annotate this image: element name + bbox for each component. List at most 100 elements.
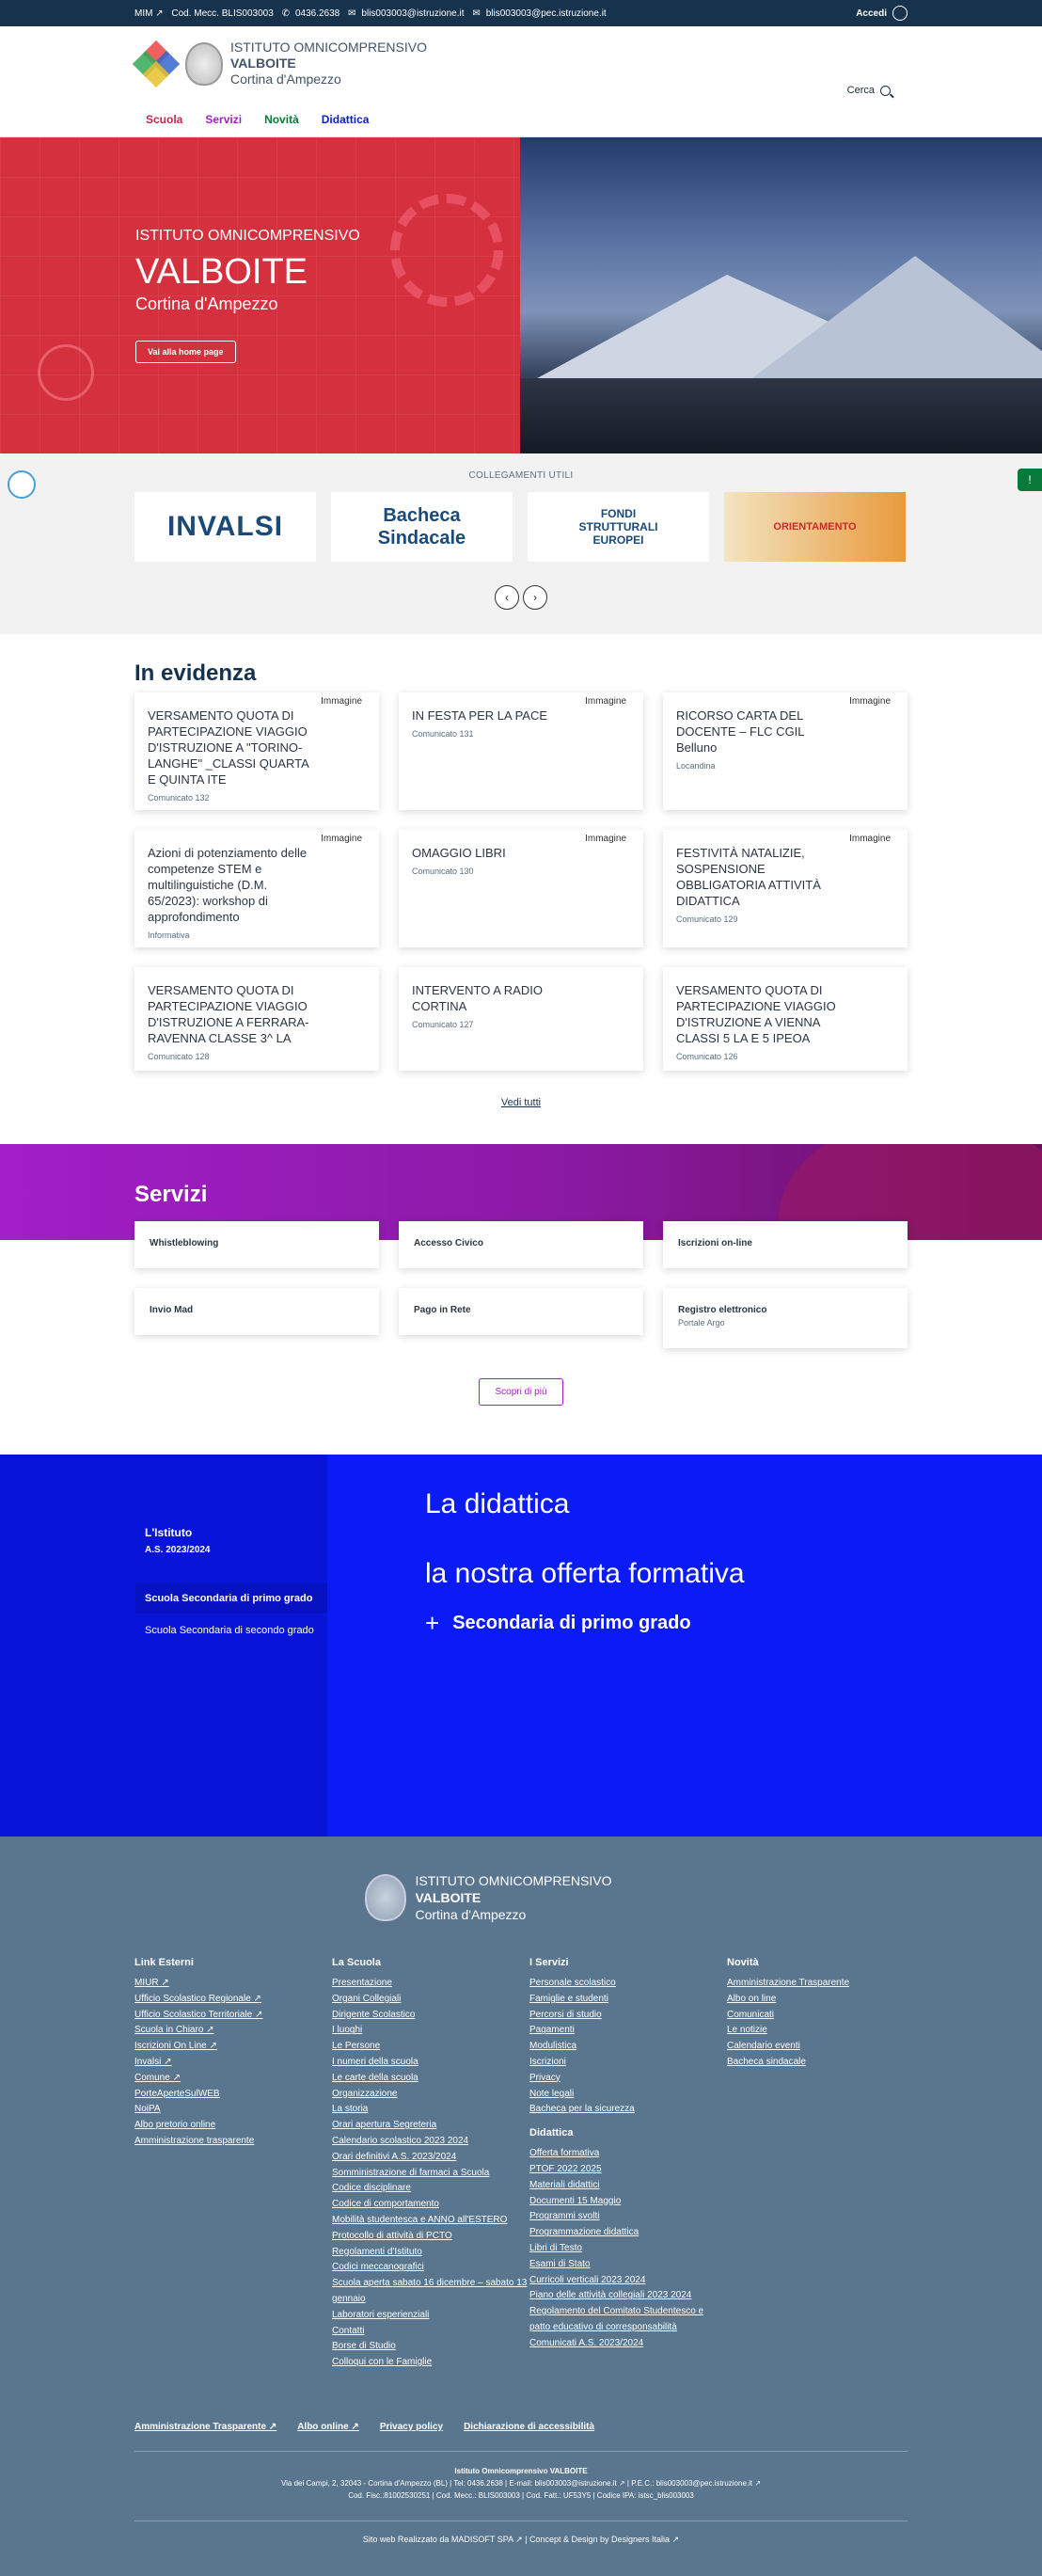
- card-title[interactable]: FESTIVITÀ NATALIZIE, SOSPENSIONE OBBLIGA…: [676, 845, 844, 909]
- footer-link[interactable]: Comune ↗: [134, 2071, 332, 2087]
- footer-link[interactable]: La storia: [332, 2102, 529, 2118]
- footer-link[interactable]: Presentazione: [332, 1976, 529, 1992]
- footer-link[interactable]: Albo on line: [727, 1992, 924, 2008]
- footer-link[interactable]: Curricoli verticali 2023 2024: [529, 2273, 727, 2289]
- footer-link[interactable]: Dichiarazione di accessibilità: [464, 2422, 594, 2432]
- footer-link[interactable]: Privacy policy: [380, 2422, 443, 2432]
- news-card[interactable]: Immagine FESTIVITÀ NATALIZIE, SOSPENSIONE…: [663, 830, 908, 947]
- footer-link[interactable]: Le Persone: [332, 2039, 529, 2055]
- footer-link[interactable]: Calendario scolastico 2023 2024: [332, 2134, 529, 2150]
- footer-link[interactable]: Documenti 15 Maggio: [529, 2194, 727, 2210]
- service-card[interactable]: Iscrizioni on-line: [663, 1221, 908, 1268]
- footer-link[interactable]: Libri di Testo: [529, 2241, 727, 2257]
- footer-link[interactable]: Personale scolastico: [529, 1976, 727, 1992]
- tab-secondaria-primo[interactable]: Scuola Secondaria di primo grado: [135, 1583, 327, 1614]
- footer-link[interactable]: Albo online ↗: [297, 2422, 359, 2432]
- service-card[interactable]: Invio Mad: [134, 1288, 379, 1335]
- footer-link[interactable]: MIUR ↗: [134, 1976, 332, 1992]
- footer-link[interactable]: I numeri della scuola: [332, 2055, 529, 2071]
- home-page-button[interactable]: Vai alla home page: [135, 341, 236, 363]
- footer-link[interactable]: Scuola in Chiaro ↗: [134, 2023, 332, 2039]
- next-arrow-icon[interactable]: ›: [523, 585, 547, 610]
- tab-secondaria-secondo[interactable]: Scuola Secondaria di secondo grado: [135, 1614, 327, 1648]
- card-title[interactable]: INTERVENTO A RADIO CORTINA: [412, 982, 579, 1014]
- view-all-link[interactable]: Vedi tutti: [134, 1097, 908, 1108]
- footer-link[interactable]: Regolamenti d'Istituto: [332, 2245, 529, 2261]
- footer-link[interactable]: Le carte della scuola: [332, 2071, 529, 2087]
- footer-link[interactable]: Scuola aperta sabato 16 dicembre – sabat…: [332, 2276, 529, 2308]
- footer-link[interactable]: Orari definitivi A.S. 2023/2024: [332, 2150, 529, 2166]
- brand-logo-link[interactable]: ISTITUTO OMNICOMPRENSIVO VALBOITE Cortin…: [132, 40, 427, 87]
- discover-more-button[interactable]: Scopri di più: [479, 1378, 563, 1406]
- footer-link[interactable]: Famiglie e studenti: [529, 1992, 727, 2008]
- card-title[interactable]: VERSAMENTO QUOTA DI PARTECIPAZIONE VIAGG…: [148, 982, 315, 1046]
- login-button[interactable]: Accedi: [856, 6, 908, 21]
- footer-link[interactable]: Codici meccanografici: [332, 2260, 529, 2276]
- footer-link[interactable]: Modulistica: [529, 2039, 727, 2055]
- footer-link[interactable]: Le notizie: [727, 2023, 924, 2039]
- footer-link[interactable]: Comunicati: [727, 2008, 924, 2024]
- nav-didattica[interactable]: Didattica: [322, 113, 370, 126]
- footer-link[interactable]: Iscrizioni: [529, 2055, 727, 2071]
- service-card[interactable]: Whistleblowing: [134, 1221, 379, 1268]
- footer-link[interactable]: Ufficio Scolastico Territoriale ↗: [134, 2008, 332, 2024]
- pec-email[interactable]: blis003003@pec.istruzione.it: [486, 8, 607, 19]
- footer-link[interactable]: Orari apertura Segreteria: [332, 2118, 529, 2134]
- card-title[interactable]: VERSAMENTO QUOTA DI PARTECIPAZIONE VIAGG…: [148, 708, 315, 787]
- bacheca-sindacale-link[interactable]: Bacheca Sindacale: [331, 492, 513, 562]
- footer-brand[interactable]: ISTITUTO OMNICOMPRENSIVO VALBOITE Cortin…: [69, 1872, 908, 1923]
- card-title[interactable]: IN FESTA PER LA PACE: [412, 708, 579, 724]
- side-tab-icon[interactable]: !: [1018, 469, 1042, 491]
- footer-link[interactable]: Codice disciplinare: [332, 2181, 529, 2197]
- footer-link[interactable]: Dirigente Scolastico: [332, 2008, 529, 2024]
- orientamento-link[interactable]: ORIENTAMENTO: [724, 492, 906, 562]
- nav-scuola[interactable]: Scuola: [146, 113, 182, 126]
- ministry-link[interactable]: MIM ↗: [134, 8, 164, 19]
- footer-link[interactable]: I luoghi: [332, 2023, 529, 2039]
- news-card[interactable]: VERSAMENTO QUOTA DI PARTECIPAZIONE VIAGG…: [134, 967, 379, 1071]
- news-card[interactable]: Immagine OMAGGIO LIBRI Comunicato 130: [399, 830, 643, 947]
- footer-link[interactable]: Esami di Stato: [529, 2257, 727, 2273]
- nav-servizi[interactable]: Servizi: [205, 113, 242, 126]
- email[interactable]: blis003003@istruzione.it: [361, 8, 464, 19]
- news-card[interactable]: Immagine RICORSO CARTA DEL DOCENTE – FLC …: [663, 692, 908, 810]
- footer-link[interactable]: NoiPA: [134, 2102, 332, 2118]
- search-button[interactable]: Cerca: [847, 85, 891, 96]
- service-card[interactable]: Registro elettronico Portale Argo: [663, 1288, 908, 1348]
- footer-link[interactable]: Note legali: [529, 2087, 727, 2103]
- footer-link[interactable]: Regolamento del Comitato Studentesco e p…: [529, 2304, 727, 2336]
- footer-link[interactable]: Amministrazione trasparente: [134, 2134, 332, 2150]
- news-card[interactable]: VERSAMENTO QUOTA DI PARTECIPAZIONE VIAGG…: [663, 967, 908, 1071]
- footer-link[interactable]: Colloqui con le Famiglie: [332, 2355, 529, 2371]
- footer-link[interactable]: Albo pretorio online: [134, 2118, 332, 2134]
- invalsi-link[interactable]: INVALSI: [134, 492, 316, 562]
- footer-link[interactable]: PTOF 2022 2025: [529, 2162, 727, 2178]
- footer-link[interactable]: Programmi svolti: [529, 2209, 727, 2225]
- footer-link[interactable]: Mobilità studentesca e ANNO all'ESTERO: [332, 2213, 529, 2229]
- footer-link[interactable]: Bacheca sindacale: [727, 2055, 924, 2071]
- card-title[interactable]: OMAGGIO LIBRI: [412, 845, 579, 861]
- card-title[interactable]: Azioni di potenziamento delle competenze…: [148, 845, 315, 925]
- footer-link[interactable]: Organi Collegiali: [332, 1992, 529, 2008]
- footer-link[interactable]: Materiali didattici: [529, 2178, 727, 2194]
- footer-link[interactable]: PorteAperteSulWEB: [134, 2087, 332, 2103]
- footer-link[interactable]: Codice di comportamento: [332, 2197, 529, 2213]
- footer-link[interactable]: Somministrazione di farmaci a Scuola: [332, 2166, 529, 2182]
- footer-link[interactable]: Ufficio Scolastico Regionale ↗: [134, 1992, 332, 2008]
- accordion-item[interactable]: + Secondaria di primo grado: [425, 1609, 745, 1638]
- phone[interactable]: 0436.2638: [295, 8, 339, 19]
- footer-link[interactable]: Bacheca per la sicurezza: [529, 2102, 727, 2118]
- footer-link[interactable]: Invalsi ↗: [134, 2055, 332, 2071]
- footer-link[interactable]: Iscrizioni On Line ↗: [134, 2039, 332, 2055]
- service-card[interactable]: Accesso Civico: [399, 1221, 643, 1268]
- nav-novita[interactable]: Novità: [264, 113, 299, 126]
- footer-link[interactable]: Privacy: [529, 2071, 727, 2087]
- footer-link[interactable]: Piano delle attività collegiali 2023 202…: [529, 2288, 727, 2304]
- footer-link[interactable]: Comunicati A.S. 2023/2024: [529, 2336, 727, 2352]
- footer-link[interactable]: Protocollo di attività di PCTO: [332, 2229, 529, 2245]
- footer-link[interactable]: Calendario eventi: [727, 2039, 924, 2055]
- news-card[interactable]: INTERVENTO A RADIO CORTINA Comunicato 127: [399, 967, 643, 1071]
- footer-link[interactable]: Amministrazione Trasparente ↗: [134, 2422, 276, 2432]
- footer-link[interactable]: Contatti: [332, 2324, 529, 2340]
- prev-arrow-icon[interactable]: ‹: [495, 585, 519, 610]
